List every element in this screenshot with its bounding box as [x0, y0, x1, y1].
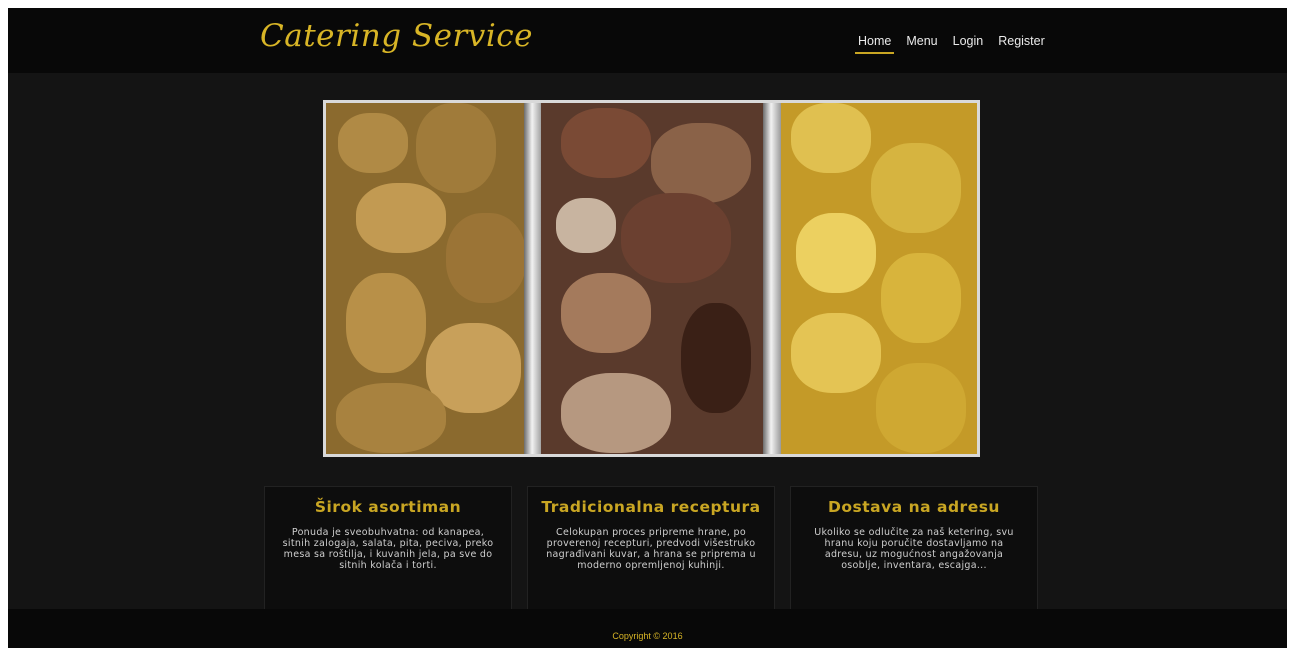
feature-card-delivery: Dostava na adresu Ukoliko se odlučite za… — [790, 486, 1038, 626]
navbar: Catering Service Home Menu Login Registe… — [8, 8, 1287, 73]
copyright-text: Copyright © 2016 — [612, 631, 683, 641]
grilled-meat-tray — [541, 103, 781, 454]
feature-title: Tradicionalna receptura — [541, 498, 761, 516]
brand-logo[interactable]: Catering Service — [260, 18, 533, 54]
feature-text: Ponuda je sveobuhvatna: od kanapea, sitn… — [282, 527, 494, 571]
feature-card-assortment: Širok asortiman Ponuda je sveobuhvatna: … — [264, 486, 512, 626]
nav-item-register[interactable]: Register — [998, 32, 1045, 54]
feature-title: Dostava na adresu — [828, 498, 1000, 516]
nav-item-home[interactable]: Home — [854, 32, 895, 54]
feature-cards: Širok asortiman Ponuda je sveobuhvatna: … — [264, 486, 1039, 626]
feature-title: Širok asortiman — [314, 498, 462, 516]
nav-item-menu[interactable]: Menu — [906, 32, 937, 54]
page: Catering Service Home Menu Login Registe… — [8, 8, 1287, 648]
feature-text: Ukoliko se odlučite za naš ketering, svu… — [814, 527, 1014, 571]
fried-pastry-tray — [781, 103, 977, 454]
nav-item-login[interactable]: Login — [953, 32, 984, 54]
main-nav: Home Menu Login Register — [854, 32, 1060, 54]
breaded-chicken-tray — [326, 103, 541, 454]
feature-text: Celokupan proces pripreme hrane, po prov… — [546, 527, 756, 571]
footer: Copyright © 2016 — [8, 609, 1287, 648]
hero-food-image — [323, 100, 980, 457]
feature-card-recipe: Tradicionalna receptura Celokupan proces… — [527, 486, 775, 626]
